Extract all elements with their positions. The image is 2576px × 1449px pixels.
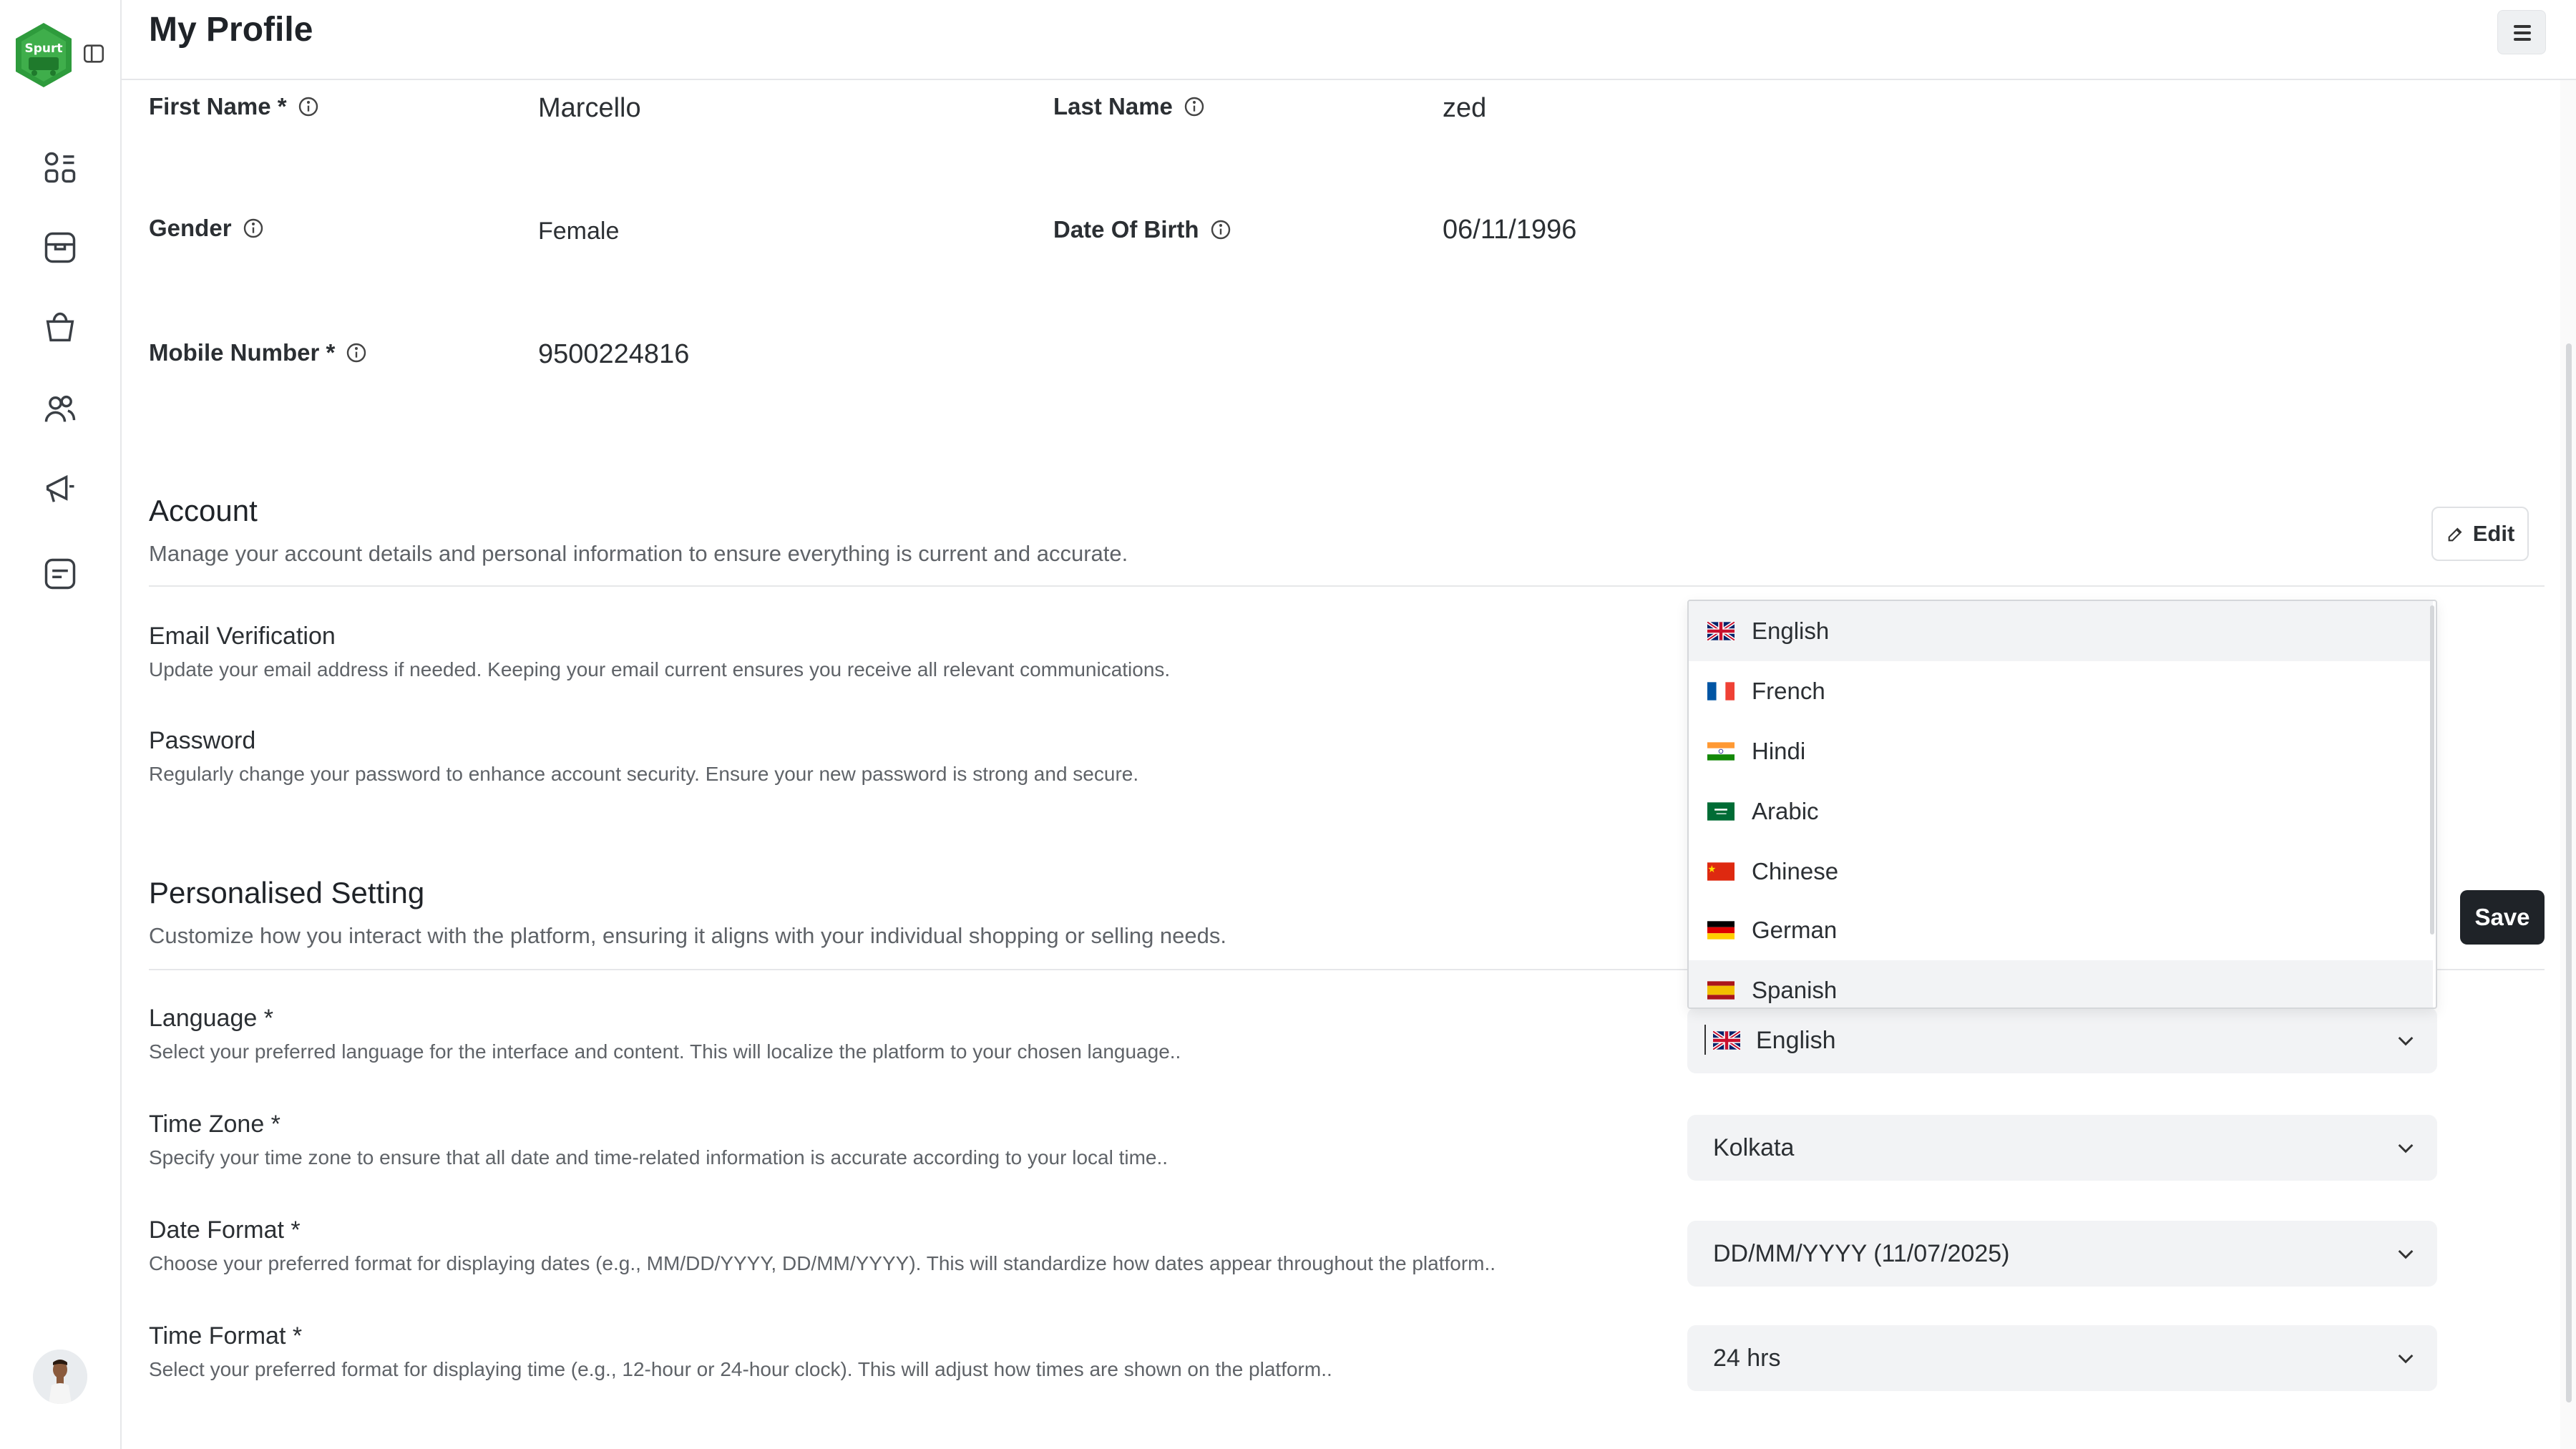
info-icon[interactable]: [1183, 95, 1206, 118]
last-name-label: Last Name: [1053, 93, 1206, 120]
first-name-label: First Name *: [149, 93, 320, 120]
account-description: Manage your account details and personal…: [149, 541, 1128, 566]
last-name-value[interactable]: zed: [1443, 93, 1486, 124]
timezone-desc: Specify your time zone to ensure that al…: [149, 1146, 1169, 1169]
profile-content: First Name * Marcello Last Name zed Gend…: [0, 0, 2576, 1449]
timezone-select[interactable]: Kolkata: [1687, 1115, 2437, 1181]
language-option-spanish[interactable]: Spanish: [1689, 960, 2433, 1008]
language-option-german[interactable]: German: [1689, 900, 2433, 960]
time-format-select-value: 24 hrs: [1713, 1344, 1781, 1372]
info-icon[interactable]: [242, 217, 265, 240]
password-title: Password: [149, 727, 256, 754]
language-option-chinese[interactable]: Chinese: [1689, 841, 2433, 902]
edit-icon: [2448, 527, 2462, 542]
first-name-value[interactable]: Marcello: [538, 93, 641, 124]
timezone-select-value: Kolkata: [1713, 1133, 1795, 1161]
personalised-title: Personalised Setting: [149, 876, 425, 909]
language-option-arabic[interactable]: Arabic: [1689, 781, 2433, 841]
date-format-desc: Choose your preferred format for display…: [149, 1252, 1496, 1274]
info-icon[interactable]: [345, 341, 368, 364]
china-flag-icon: [1707, 862, 1735, 881]
account-divider: [149, 585, 2545, 587]
language-option-french[interactable]: French: [1689, 661, 2433, 721]
language-select[interactable]: English: [1687, 1008, 2437, 1073]
save-button[interactable]: Save: [2460, 890, 2545, 945]
saudi-flag-icon: [1707, 802, 1735, 821]
app-root: Spurt My Profile First Name * Marcello L…: [0, 0, 2576, 1449]
date-format-title: Date Format *: [149, 1216, 301, 1244]
timezone-title: Time Zone *: [149, 1111, 280, 1138]
chevron-down-icon: [2398, 1036, 2414, 1046]
password-desc: Regularly change your password to enhanc…: [149, 763, 1139, 785]
language-option-english[interactable]: English: [1689, 601, 2433, 661]
info-icon[interactable]: [1209, 218, 1232, 241]
dropdown-scrollbar[interactable]: [2430, 605, 2434, 935]
india-flag-icon: [1707, 742, 1735, 761]
gender-value[interactable]: Female: [538, 218, 619, 245]
language-desc: Select your preferred language for the i…: [149, 1040, 1181, 1063]
date-format-select[interactable]: DD/MM/YYYY (11/07/2025): [1687, 1221, 2437, 1287]
language-option-hindi[interactable]: Hindi: [1689, 721, 2433, 781]
spain-flag-icon: [1707, 981, 1735, 1000]
email-verification-desc: Update your email address if needed. Kee…: [149, 658, 1171, 680]
chevron-down-icon: [2398, 1249, 2414, 1259]
time-format-desc: Select your preferred format for display…: [149, 1358, 1332, 1380]
uk-flag-icon: [1713, 1031, 1740, 1050]
account-title: Account: [149, 494, 258, 527]
language-title: Language *: [149, 1005, 273, 1032]
gender-label: Gender: [149, 215, 265, 242]
email-verification-title: Email Verification: [149, 623, 336, 650]
chevron-down-icon: [2398, 1143, 2414, 1153]
uk-flag-icon: [1707, 622, 1735, 640]
france-flag-icon: [1707, 682, 1735, 701]
personalised-description: Customize how you interact with the plat…: [149, 923, 1227, 948]
mobile-label: Mobile Number *: [149, 339, 368, 366]
text-cursor: [1704, 1025, 1706, 1055]
dob-value[interactable]: 06/11/1996: [1443, 215, 1576, 245]
germany-flag-icon: [1707, 921, 1735, 940]
dob-label: Date Of Birth: [1053, 216, 1232, 243]
language-select-value: English: [1756, 1026, 1836, 1054]
mobile-value[interactable]: 9500224816: [538, 339, 689, 370]
edit-button[interactable]: Edit: [2431, 507, 2529, 561]
time-format-select[interactable]: 24 hrs: [1687, 1325, 2437, 1391]
chevron-down-icon: [2398, 1354, 2414, 1364]
info-icon[interactable]: [297, 95, 320, 118]
time-format-title: Time Format *: [149, 1322, 303, 1350]
language-dropdown: English French Hindi Arabic Chinese Germ…: [1687, 600, 2437, 1009]
date-format-select-value: DD/MM/YYYY (11/07/2025): [1713, 1239, 2010, 1267]
